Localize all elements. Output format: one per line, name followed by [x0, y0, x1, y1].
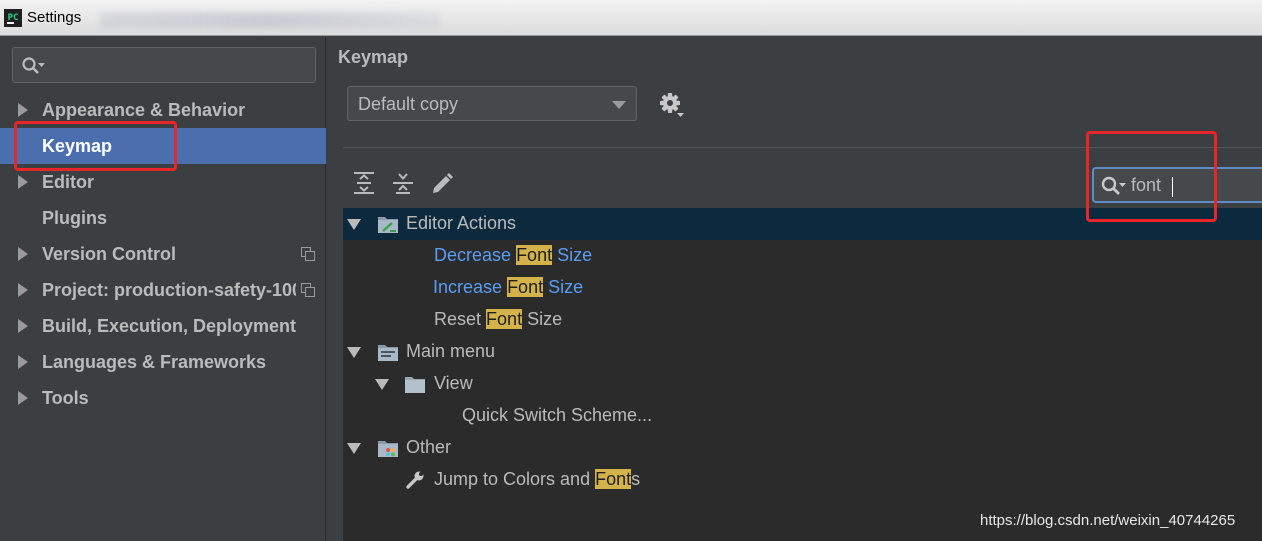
sidebar-item-label: Appearance & Behavior: [42, 100, 246, 120]
sidebar-item-label: Build, Execution, Deployment: [42, 316, 297, 336]
expanded-arrow-icon[interactable]: [347, 219, 361, 230]
sidebar-item-plugins[interactable]: Plugins: [0, 200, 326, 236]
sidebar-item-label: Languages & Frameworks: [42, 352, 267, 372]
tree-group-other[interactable]: Other: [343, 432, 1262, 464]
expand-arrow-icon[interactable]: [18, 391, 28, 405]
tree-group-label: Editor Actions: [406, 213, 517, 233]
tree-action-jump-to-colors-and-fonts[interactable]: Jump to Colors and Fonts: [343, 464, 1262, 496]
sidebar-item-build-execution-deployment[interactable]: Build, Execution, Deployment: [0, 308, 326, 344]
keymap-action-tree: Editor Actions Decrease Font Size Increa…: [343, 208, 1262, 541]
tree-action-reset-font-size[interactable]: Reset Font Size: [343, 304, 1262, 336]
action-label: Reset Font Size: [434, 309, 562, 330]
action-label: Decrease Font Size: [434, 245, 592, 266]
collapse-all-icon[interactable]: [390, 170, 416, 196]
expand-arrow-icon[interactable]: [18, 175, 28, 189]
keymap-panel: Keymap Default copy font Editor Actions …: [327, 37, 1262, 541]
sidebar-item-label: Project: production-safety-100: [42, 280, 296, 300]
sidebar-item-label: Editor: [42, 172, 94, 192]
wrench-icon: [406, 471, 424, 489]
expanded-arrow-icon[interactable]: [375, 379, 389, 390]
settings-sidebar: Appearance & Behavior Keymap Editor Plug…: [0, 37, 326, 541]
action-label: Jump to Colors and Fonts: [434, 469, 640, 490]
project-settings-icon: [301, 247, 315, 261]
settings-search-input[interactable]: [12, 47, 316, 83]
tree-action-increase-font-size[interactable]: Increase Font Size: [343, 272, 1262, 304]
action-label: Increase Font Size: [433, 277, 583, 298]
action-label-part: Increase: [433, 277, 503, 297]
edit-pencil-icon[interactable]: [429, 170, 455, 196]
page-title: Keymap: [338, 47, 409, 67]
expand-arrow-icon[interactable]: [18, 247, 28, 261]
action-label-part: Decrease: [434, 245, 512, 265]
expand-arrow-icon[interactable]: [18, 283, 28, 297]
sidebar-item-version-control[interactable]: Version Control: [0, 236, 326, 272]
expand-arrow-icon[interactable]: [18, 319, 28, 333]
scheme-selected-value: Default copy: [358, 94, 459, 114]
tree-group-view[interactable]: View: [343, 368, 1262, 400]
action-label-part: Reset: [434, 309, 482, 329]
folder-icon: [405, 377, 425, 393]
search-icon: [22, 57, 45, 74]
expanded-arrow-icon[interactable]: [347, 443, 361, 454]
annotation-highlight-search: [1086, 131, 1217, 222]
annotation-highlight-keymap: [14, 121, 177, 171]
tree-action-decrease-font-size[interactable]: Decrease Font Size: [343, 240, 1262, 272]
gear-icon[interactable]: [659, 92, 685, 118]
sidebar-item-languages-frameworks[interactable]: Languages & Frameworks: [0, 344, 326, 380]
chevron-down-icon: [612, 101, 626, 109]
sidebar-item-project[interactable]: Project: production-safety-100: [0, 272, 326, 308]
title-bar: PC Settings: [0, 0, 1262, 36]
expanded-arrow-icon[interactable]: [347, 347, 361, 358]
tree-group-label: Main menu: [406, 341, 496, 361]
sidebar-item-label: Plugins: [42, 208, 108, 228]
watermark-text: https://blog.csdn.net/weixin_40744265: [980, 512, 1236, 529]
tree-group-main-menu[interactable]: Main menu: [343, 336, 1262, 368]
action-label-part: Size: [527, 309, 563, 329]
project-settings-icon: [301, 283, 315, 297]
action-label-part: Jump to Colors and: [434, 469, 591, 489]
sidebar-item-label: Tools: [42, 388, 89, 408]
action-label-part: Size: [557, 245, 593, 265]
other-group-icon: [378, 441, 398, 457]
main-menu-icon: [378, 345, 398, 361]
match-highlight: Font: [595, 469, 632, 489]
tree-group-label: View: [434, 373, 473, 393]
expand-arrow-icon[interactable]: [18, 355, 28, 369]
sidebar-item-label: Version Control: [42, 244, 177, 264]
blurred-background-tabs: [100, 12, 440, 28]
window-title: Settings: [27, 9, 82, 26]
pycharm-app-icon: PC: [4, 9, 22, 27]
match-highlight: Font: [516, 245, 553, 265]
expand-all-icon[interactable]: [351, 170, 377, 196]
match-highlight: Font: [486, 309, 523, 329]
match-highlight: Font: [507, 277, 544, 297]
action-label-part: Size: [548, 277, 584, 297]
sidebar-item-tools[interactable]: Tools: [0, 380, 326, 416]
tree-action-quick-switch-scheme[interactable]: Quick Switch Scheme...: [343, 400, 1262, 432]
tree-group-label: Other: [406, 437, 452, 457]
editor-actions-icon: [378, 217, 398, 233]
action-label-part: s: [631, 469, 641, 489]
expand-arrow-icon[interactable]: [18, 103, 28, 117]
keymap-scheme-dropdown[interactable]: Default copy: [347, 86, 637, 121]
action-label: Quick Switch Scheme...: [462, 405, 653, 425]
